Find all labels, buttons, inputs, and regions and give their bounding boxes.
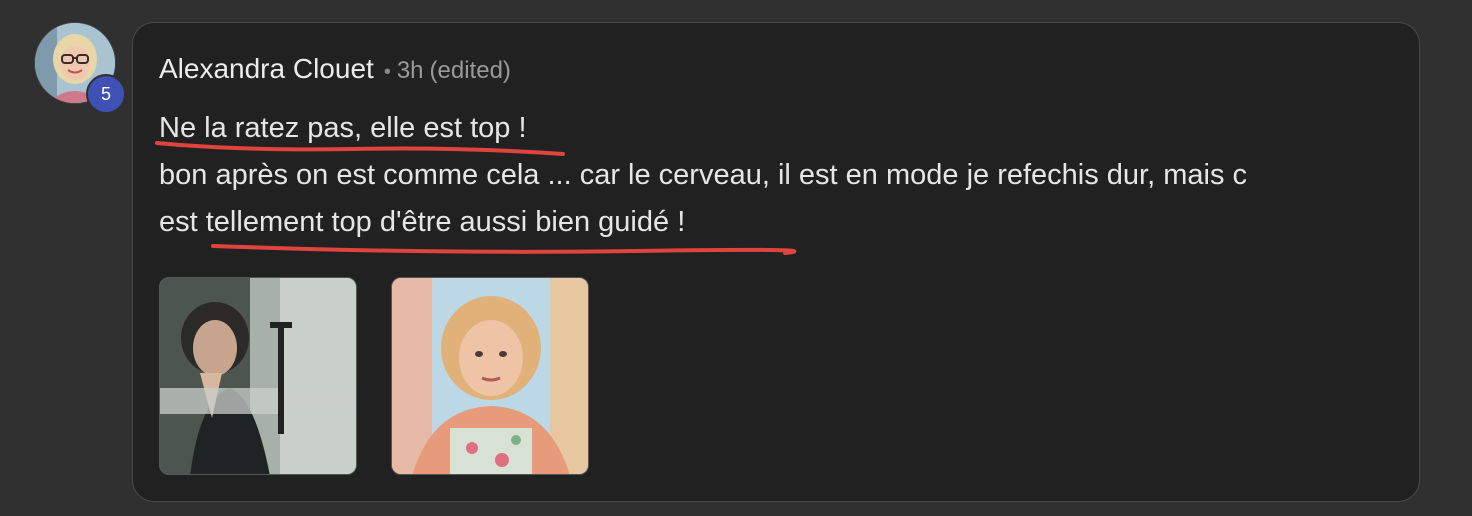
comment-body: Ne la ratez pas, elle est top ! bon aprè… — [159, 105, 1389, 246]
comment-header: Alexandra Clouet • 3h (edited) — [159, 53, 511, 85]
timestamp[interactable]: 3h — [397, 57, 424, 84]
comment-container: 5 Alexandra Clouet • 3h (edited) Ne la ra… — [0, 0, 1472, 516]
comment-line-2: bon après on est comme cela ... car le c… — [159, 159, 1248, 191]
author-name[interactable]: Alexandra Clouet — [159, 53, 374, 85]
attachment-thumbnail-2[interactable] — [391, 277, 589, 475]
meta-separator: • — [383, 61, 391, 83]
comment-meta: 3h (edited) — [397, 57, 511, 85]
edited-label: (edited) — [429, 57, 511, 84]
gif-thumbnail-woman-icon — [392, 278, 588, 474]
comment-line-1: Ne la ratez pas, elle est top ! — [159, 112, 527, 144]
underline-annotation-2 — [211, 244, 797, 255]
comment-line-3: est tellement top d'être aussi bien guid… — [159, 206, 686, 238]
level-badge: 5 — [86, 74, 126, 114]
attachment-list — [159, 277, 589, 475]
comment-card: Alexandra Clouet • 3h (edited) Ne la rate… — [132, 22, 1420, 502]
gif-thumbnail-man-icon — [160, 278, 356, 474]
attachment-thumbnail-1[interactable] — [159, 277, 357, 475]
author-avatar-wrap[interactable]: 5 — [34, 22, 126, 114]
